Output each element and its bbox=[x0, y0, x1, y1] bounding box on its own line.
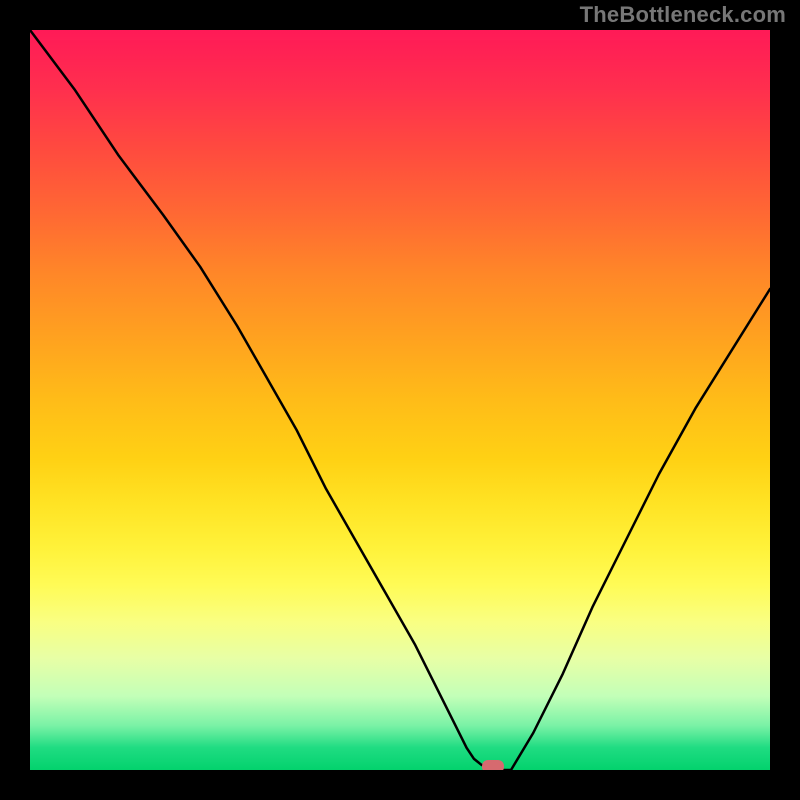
optimal-point-marker bbox=[482, 760, 504, 770]
plot-area bbox=[30, 30, 770, 770]
chart-frame: TheBottleneck.com bbox=[0, 0, 800, 800]
attribution-text: TheBottleneck.com bbox=[580, 2, 786, 28]
curve-path bbox=[30, 30, 770, 770]
bottleneck-curve bbox=[30, 30, 770, 770]
